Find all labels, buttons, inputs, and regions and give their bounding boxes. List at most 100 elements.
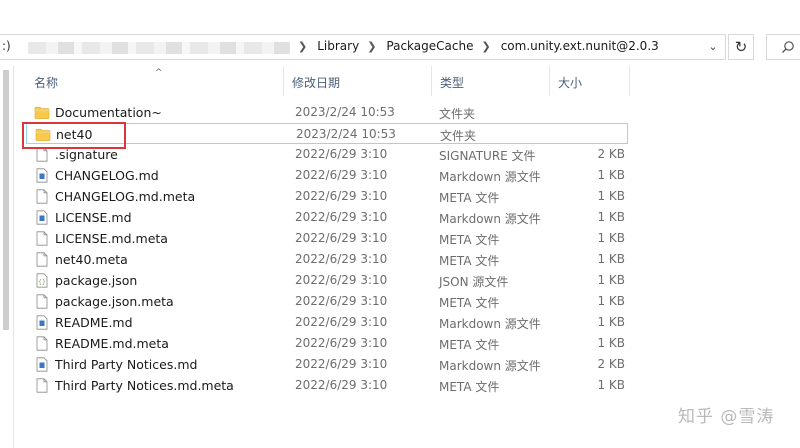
column-header-type[interactable]: 类型 bbox=[432, 66, 550, 96]
file-size: 1 KB bbox=[597, 252, 625, 266]
file-date: 2022/6/29 3:10 bbox=[295, 168, 388, 182]
file-row[interactable]: CHANGELOG.md.meta 2022/6/29 3:10 META 文件 1 … bbox=[26, 186, 628, 207]
column-header-date-label: 修改日期 bbox=[292, 76, 341, 90]
column-header-size-label: 大小 bbox=[558, 76, 583, 90]
file-date: 2022/6/29 3:10 bbox=[295, 231, 388, 245]
nav-scrollbar[interactable] bbox=[3, 70, 9, 330]
file-type: META 文件 bbox=[439, 380, 500, 394]
address-bar[interactable]: :) ❯ Library ❯ PackageCache ❯ com.unity.… bbox=[0, 34, 726, 60]
column-header-date[interactable]: 修改日期 bbox=[284, 66, 432, 96]
file-row[interactable]: CHANGELOG.md 2022/6/29 3:10 Markdown 源文件 1 … bbox=[26, 165, 628, 186]
markdown-file-icon bbox=[34, 357, 50, 372]
file-type: META 文件 bbox=[439, 338, 500, 352]
file-name: CHANGELOG.md.meta bbox=[55, 189, 196, 204]
file-size: 1 KB bbox=[597, 336, 625, 350]
file-date: 2022/6/29 3:10 bbox=[295, 357, 388, 371]
breadcrumb: ❯ Library ❯ PackageCache ❯ com.unity.ext… bbox=[290, 39, 659, 53]
file-date: 2022/6/29 3:10 bbox=[295, 210, 388, 224]
file-date: 2022/6/29 3:10 bbox=[295, 294, 388, 308]
file-date: 2022/6/29 3:10 bbox=[295, 147, 388, 161]
file-name: LICENSE.md.meta bbox=[55, 231, 168, 246]
search-icon bbox=[782, 41, 794, 53]
window-top-strip bbox=[0, 0, 800, 28]
file-size: 1 KB bbox=[597, 210, 625, 224]
file-row[interactable]: net40.meta 2022/6/29 3:10 META 文件 1 KB bbox=[26, 249, 628, 270]
column-header-name-label: 名称 bbox=[34, 76, 59, 90]
file-icon bbox=[34, 231, 50, 246]
address-row: :) ❯ Library ❯ PackageCache ❯ com.unity.… bbox=[0, 28, 800, 66]
refresh-icon: ↻ bbox=[734, 38, 748, 56]
file-date: 2022/6/29 3:10 bbox=[295, 273, 388, 287]
file-date: 2022/6/29 3:10 bbox=[295, 252, 388, 266]
file-type: META 文件 bbox=[439, 296, 500, 310]
file-size: 1 KB bbox=[597, 378, 625, 392]
chevron-down-icon[interactable]: ⌄ bbox=[705, 39, 721, 55]
file-row[interactable]: README.md 2022/6/29 3:10 Markdown 源文件 1 KB bbox=[26, 312, 628, 333]
file-type: SIGNATURE 文件 bbox=[439, 149, 536, 163]
navigation-pane bbox=[0, 66, 14, 448]
file-type: 文件夹 bbox=[440, 129, 477, 143]
chevron-right-icon[interactable]: ❯ bbox=[367, 40, 376, 53]
file-name: Third Party Notices.md bbox=[55, 357, 198, 372]
markdown-file-icon bbox=[34, 315, 50, 330]
file-type: META 文件 bbox=[439, 233, 500, 247]
column-header-type-label: 类型 bbox=[440, 76, 465, 90]
breadcrumb-library[interactable]: Library bbox=[317, 39, 359, 53]
file-row[interactable]: Documentation~ 2023/2/24 10:53 文件夹 bbox=[26, 102, 628, 123]
file-size: 1 KB bbox=[597, 189, 625, 203]
file-type: META 文件 bbox=[439, 254, 500, 268]
file-row[interactable]: README.md.meta 2022/6/29 3:10 META 文件 1 KB bbox=[26, 333, 628, 354]
file-name: .signature bbox=[55, 147, 118, 162]
column-header-size[interactable]: 大小 bbox=[550, 66, 630, 96]
file-size: 1 KB bbox=[597, 231, 625, 245]
breadcrumb-package[interactable]: com.unity.ext.nunit@2.0.3 bbox=[501, 39, 659, 53]
sort-ascending-icon: ^ bbox=[155, 68, 163, 78]
file-name: CHANGELOG.md bbox=[55, 168, 159, 183]
file-name: LICENSE.md bbox=[55, 210, 132, 225]
file-row[interactable]: Third Party Notices.md 2022/6/29 3:10 Mark… bbox=[26, 354, 628, 375]
file-type: JSON 源文件 bbox=[439, 275, 509, 289]
file-date: 2023/2/24 10:53 bbox=[296, 127, 396, 141]
folder-icon bbox=[34, 105, 50, 120]
refresh-button[interactable]: ↻ bbox=[728, 34, 754, 60]
file-date: 2022/6/29 3:10 bbox=[295, 189, 388, 203]
file-size: 1 KB bbox=[597, 168, 625, 182]
file-size: 1 KB bbox=[597, 294, 625, 308]
search-input[interactable] bbox=[766, 34, 800, 60]
file-row[interactable]: package.json.meta 2022/6/29 3:10 META 文件 1 … bbox=[26, 291, 628, 312]
chevron-right-icon[interactable]: ❯ bbox=[481, 40, 490, 53]
watermark: 知乎 @雪涛 bbox=[678, 407, 775, 427]
file-row[interactable]: {} package.json 2022/6/29 3:10 JSON 源文件 1 KB bbox=[26, 270, 628, 291]
svg-text:{}: {} bbox=[38, 279, 46, 286]
drive-fragment: :) bbox=[2, 39, 11, 53]
json-file-icon: {} bbox=[34, 273, 50, 288]
file-size: 2 KB bbox=[597, 147, 625, 161]
file-name: package.json.meta bbox=[55, 294, 174, 309]
file-row[interactable]: LICENSE.md 2022/6/29 3:10 Markdown 源文件 1 KB bbox=[26, 207, 628, 228]
file-size: 1 KB bbox=[597, 315, 625, 329]
file-name: Third Party Notices.md.meta bbox=[55, 378, 234, 393]
file-icon bbox=[34, 336, 50, 351]
redacted-path bbox=[28, 42, 290, 54]
file-type: META 文件 bbox=[439, 191, 500, 205]
file-type: 文件夹 bbox=[439, 107, 476, 121]
markdown-file-icon bbox=[34, 168, 50, 183]
file-size: 2 KB bbox=[597, 357, 625, 371]
file-name: net40.meta bbox=[55, 252, 128, 267]
file-row[interactable]: LICENSE.md.meta 2022/6/29 3:10 META 文件 1 KB bbox=[26, 228, 628, 249]
file-date: 2022/6/29 3:10 bbox=[295, 378, 388, 392]
file-row[interactable]: Third Party Notices.md.meta 2022/6/29 3:1… bbox=[26, 375, 628, 396]
file-name: Documentation~ bbox=[55, 105, 162, 120]
file-date: 2023/2/24 10:53 bbox=[295, 105, 395, 119]
breadcrumb-packagecache[interactable]: PackageCache bbox=[386, 39, 473, 53]
file-icon bbox=[34, 378, 50, 393]
chevron-right-icon[interactable]: ❯ bbox=[298, 40, 307, 53]
annotation-highlight-box bbox=[22, 122, 126, 149]
column-headers: 名称 ^ 修改日期 类型 大小 bbox=[14, 66, 800, 96]
file-date: 2022/6/29 3:10 bbox=[295, 336, 388, 350]
markdown-file-icon bbox=[34, 210, 50, 225]
file-icon bbox=[34, 147, 50, 162]
file-icon bbox=[34, 252, 50, 267]
file-name: package.json bbox=[55, 273, 138, 288]
file-name: README.md.meta bbox=[55, 336, 169, 351]
